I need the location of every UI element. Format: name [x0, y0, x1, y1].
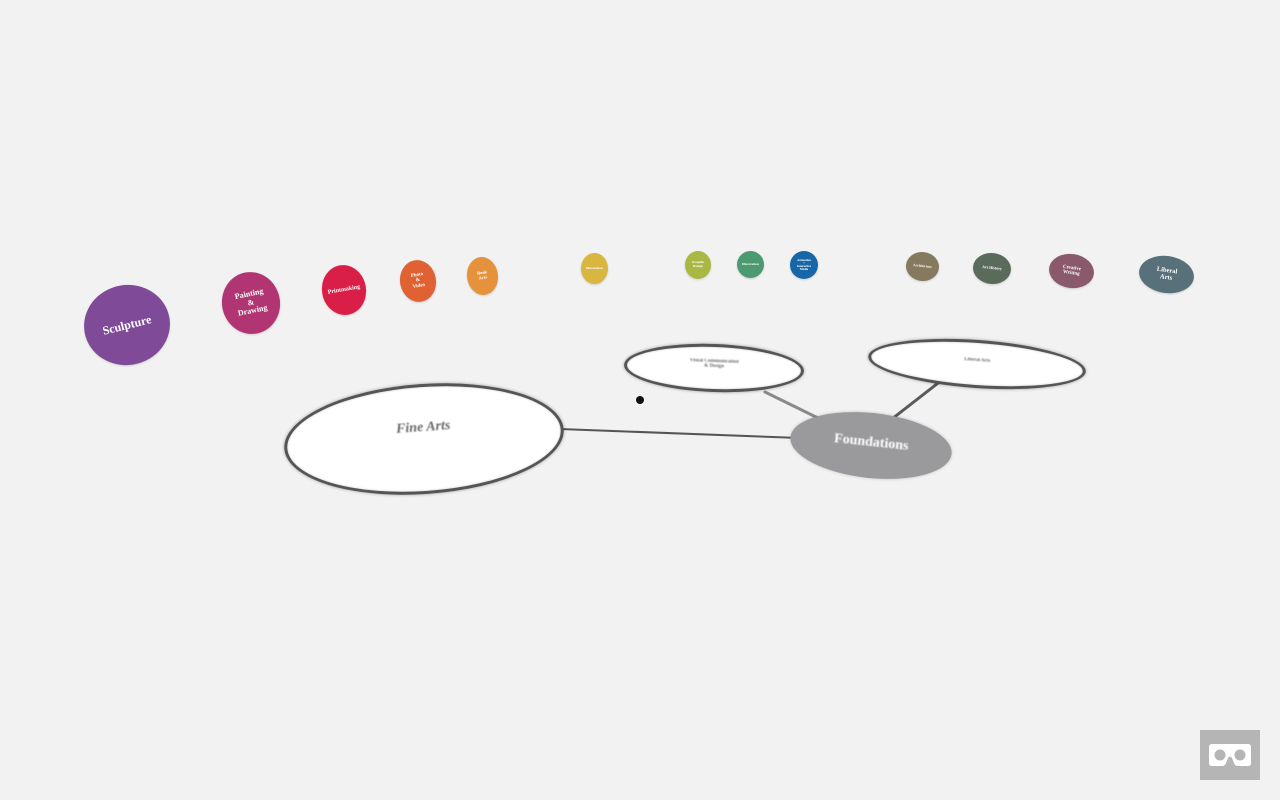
hub-label: Visual Communication & Design: [689, 358, 739, 370]
dept-label: Photo & Video: [410, 272, 426, 290]
gaze-cursor: [636, 396, 644, 404]
dept-label: Painting & Drawing: [234, 286, 269, 319]
vr-mode-button[interactable]: [1200, 730, 1260, 780]
dept-label: Animation + Interactive Media: [797, 257, 811, 272]
dept-label: Illustration: [742, 261, 759, 266]
link-fine-arts-foundations: [559, 428, 801, 439]
scene-canvas[interactable]: Sculpture Painting & Drawing Printmaking…: [0, 0, 1280, 800]
dept-label: Creative Writing: [1062, 264, 1082, 278]
dept-label: Architecture: [912, 262, 933, 269]
dept-label: Sculpture: [101, 311, 153, 338]
dept-label: Graphic Design: [691, 260, 705, 268]
hub-label: Fine Arts: [395, 418, 451, 437]
dept-animation-node[interactable]: Animation + Interactive Media: [790, 251, 818, 279]
dept-label: Art History: [981, 264, 1003, 272]
vr-goggles-icon: [1209, 744, 1251, 766]
dept-illustration-node[interactable]: Illustration: [581, 253, 608, 284]
dept-label: Liberal Arts: [1156, 265, 1178, 282]
dept-graphic-design-node[interactable]: Graphic Design: [685, 251, 711, 279]
hub-label: Liberal Arts: [964, 356, 991, 364]
link-design-foundations: [763, 390, 820, 420]
dept-label: Illustration: [586, 265, 603, 270]
dept-label: Printmaking: [327, 284, 361, 296]
dept-label: Book Arts: [476, 269, 488, 281]
dept-illustration-2-node[interactable]: Illustration: [737, 251, 764, 278]
hub-label: Foundations: [833, 430, 910, 454]
